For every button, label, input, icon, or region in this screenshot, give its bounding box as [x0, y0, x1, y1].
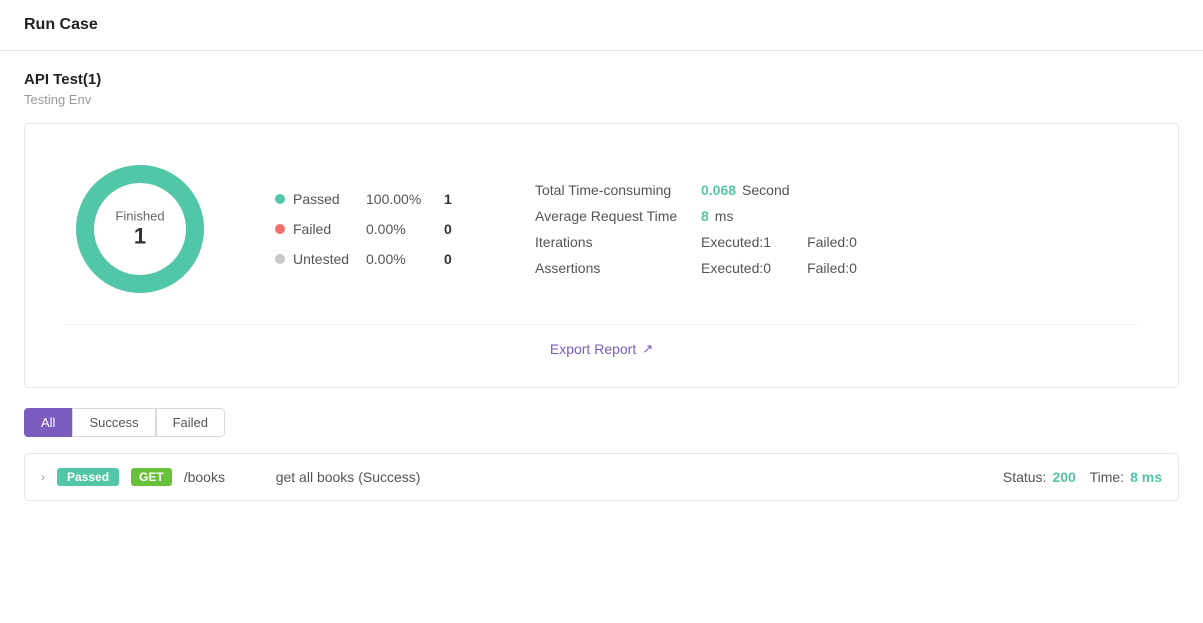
- table-row: › Passed GET /books get all books (Succe…: [25, 454, 1178, 500]
- time-value: 8 ms: [1130, 469, 1162, 485]
- chevron-right-icon[interactable]: ›: [41, 470, 45, 484]
- donut-number: 1: [115, 224, 164, 250]
- avg-request-row: Average Request Time 8 ms: [535, 208, 857, 224]
- result-card: Finished 1 Passed 100.00% 1 Failed 0.00%…: [24, 123, 1179, 388]
- untested-label: Untested: [293, 251, 358, 267]
- avg-request-label: Average Request Time: [535, 208, 695, 224]
- untested-dot: [275, 254, 285, 264]
- iterations-executed: Executed:1: [701, 234, 771, 250]
- filter-tab-failed[interactable]: Failed: [156, 408, 225, 437]
- total-time-unit: Second: [742, 182, 789, 198]
- page-header: Run Case: [0, 0, 1203, 51]
- assertions-row: Assertions Executed:0 Failed:0: [535, 260, 857, 276]
- result-inner: Finished 1 Passed 100.00% 1 Failed 0.00%…: [65, 154, 1138, 304]
- total-time-row: Total Time-consuming 0.068 Second: [535, 182, 857, 198]
- suite-title: API Test(1): [24, 71, 1179, 88]
- export-report-link[interactable]: Export Report ↗: [550, 341, 653, 357]
- avg-request-value: 8: [701, 208, 709, 224]
- export-label: Export Report: [550, 341, 636, 357]
- failed-count: 0: [444, 221, 452, 237]
- stats-panel: Total Time-consuming 0.068 Second Averag…: [535, 182, 857, 276]
- status-badge: Passed: [57, 468, 119, 486]
- passed-dot: [275, 194, 285, 204]
- assertions-failed: Failed:0: [807, 260, 857, 276]
- donut-center: Finished 1: [115, 209, 164, 250]
- suite-env: Testing Env: [24, 92, 1179, 107]
- page-title: Run Case: [24, 16, 98, 33]
- total-time-value: 0.068: [701, 182, 736, 198]
- passed-count: 1: [444, 191, 452, 207]
- status-code: 200: [1052, 469, 1075, 485]
- iterations-failed: Failed:0: [807, 234, 857, 250]
- test-description: get all books (Success): [276, 469, 991, 485]
- method-badge: GET: [131, 468, 172, 486]
- donut-chart: Finished 1: [65, 154, 215, 304]
- legend-item-untested: Untested 0.00% 0: [275, 251, 455, 267]
- test-list: › Passed GET /books get all books (Succe…: [24, 453, 1179, 501]
- export-icon: ↗: [642, 341, 653, 357]
- failed-dot: [275, 224, 285, 234]
- legend-item-passed: Passed 100.00% 1: [275, 191, 455, 207]
- content-area: API Test(1) Testing Env Finished 1: [0, 51, 1203, 521]
- passed-label: Passed: [293, 191, 358, 207]
- iterations-row: Iterations Executed:1 Failed:0: [535, 234, 857, 250]
- filter-tabs: All Success Failed: [24, 408, 1179, 437]
- status-label: Status:: [1003, 469, 1047, 485]
- passed-pct: 100.00%: [366, 191, 436, 207]
- test-meta: Status: 200 Time: 8 ms: [1003, 469, 1162, 485]
- avg-request-unit: ms: [715, 208, 734, 224]
- total-time-label: Total Time-consuming: [535, 182, 695, 198]
- filter-tab-all[interactable]: All: [24, 408, 72, 437]
- export-row: Export Report ↗: [65, 324, 1138, 357]
- filter-tab-success[interactable]: Success: [72, 408, 155, 437]
- untested-pct: 0.00%: [366, 251, 436, 267]
- donut-label: Finished: [115, 209, 164, 224]
- test-path: /books: [184, 469, 264, 485]
- assertions-label: Assertions: [535, 260, 695, 276]
- failed-pct: 0.00%: [366, 221, 436, 237]
- untested-count: 0: [444, 251, 452, 267]
- time-label: Time:: [1082, 469, 1124, 485]
- legend-item-failed: Failed 0.00% 0: [275, 221, 455, 237]
- assertions-executed: Executed:0: [701, 260, 771, 276]
- failed-label: Failed: [293, 221, 358, 237]
- legend: Passed 100.00% 1 Failed 0.00% 0 Untested…: [275, 191, 455, 267]
- iterations-label: Iterations: [535, 234, 695, 250]
